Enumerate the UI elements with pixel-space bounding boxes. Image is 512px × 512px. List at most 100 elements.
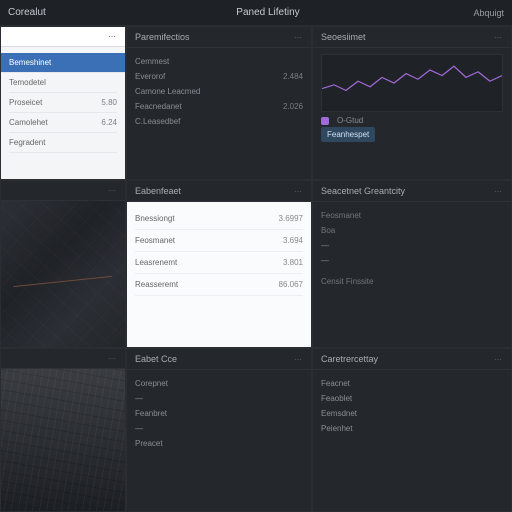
chart-action-button[interactable]: Feanhespet	[321, 127, 375, 142]
item-label: C.Leasedbef	[135, 117, 180, 126]
panel-list-b: Eabet Cce ⋯ Corepnet — Feanbret — Preacet	[126, 348, 312, 512]
line-chart	[321, 54, 503, 112]
panel-title: Eabet Cce	[135, 354, 177, 364]
panel-params: Paremifectios ⋯ Cemmest Everorof 2.484 Camon…	[126, 26, 312, 180]
list-item[interactable]: Preacet	[135, 436, 303, 451]
item-label: Leasrenemt	[135, 258, 177, 267]
item-label: Fegradent	[9, 138, 45, 147]
list-item[interactable]: Everorof 2.484	[135, 69, 303, 84]
panel-head: Eabet Cce ⋯	[127, 349, 311, 370]
panel-head: Seacetnet Greantcity ⋯	[313, 181, 511, 202]
item-value: 3.801	[283, 258, 303, 267]
more-icon[interactable]: ⋯	[294, 355, 303, 364]
panel-head: ⋯	[1, 27, 125, 47]
list-item[interactable]: Fegradent	[9, 133, 117, 153]
list-item[interactable]: Camone Leacmed	[135, 84, 303, 99]
more-icon[interactable]: ⋯	[294, 187, 303, 196]
item-label: Feaoblet	[321, 394, 352, 403]
item-label: Feosmanet	[135, 236, 175, 245]
list-item[interactable]: Leasrenemt 3.801	[135, 252, 303, 274]
panel-footer: Censit Finssite	[321, 274, 503, 289]
more-icon[interactable]: ⋯	[494, 355, 503, 364]
list-item[interactable]: Temodetel	[9, 73, 117, 93]
list-item[interactable]: Bnessiongt 3.6997	[135, 208, 303, 230]
dashboard-grid: ⋯ BemeshinetTemodetelProseicet5.80Camole…	[0, 26, 512, 512]
panel-head: ⋯	[1, 181, 125, 201]
list-item[interactable]: Corepnet	[135, 376, 303, 391]
item-value: 2.484	[283, 72, 303, 81]
item-label: —	[321, 241, 329, 250]
map-view[interactable]	[1, 201, 125, 347]
item-label: Everorof	[135, 72, 165, 81]
more-icon[interactable]: ⋯	[494, 33, 503, 42]
item-label: Preacet	[135, 439, 163, 448]
item-label: Peienhet	[321, 424, 353, 433]
item-label: Camolehet	[9, 118, 48, 127]
item-label: —	[321, 256, 329, 265]
item-label: —	[135, 424, 143, 433]
list-item[interactable]: Eemsdnet	[321, 406, 503, 421]
panel-head: ⋯	[1, 349, 125, 369]
list-item[interactable]: —	[321, 253, 503, 268]
list-item[interactable]: Feaoblet	[321, 391, 503, 406]
list-item[interactable]: Feacnedanet 2.026	[135, 99, 303, 114]
panel-head: Seoesiimet ⋯	[313, 27, 511, 48]
header-right[interactable]: Abquigt	[408, 8, 504, 18]
page-title: Paned Lifetiny	[128, 7, 408, 18]
list-item[interactable]: Reasseremt86.067	[135, 274, 303, 296]
panel-head: Caretrercettay ⋯	[313, 349, 511, 370]
item-value: 5.80	[101, 98, 117, 107]
item-label: Camone Leacmed	[135, 87, 200, 96]
list-item[interactable]: Feanbret	[135, 406, 303, 421]
list-item[interactable]: Feacnet	[321, 376, 503, 391]
list-item[interactable]: Proseicet5.80	[9, 93, 117, 113]
panel-title: Paremifectios	[135, 32, 190, 42]
panel-detail: Seacetnet Greantcity⋯ Feosmanet Boa —— C…	[312, 180, 512, 348]
list-item[interactable]: Peienhet	[321, 421, 503, 436]
subhead: Feosmanet	[321, 208, 503, 223]
panel-map: ⋯	[0, 180, 126, 348]
list-item[interactable]: C.Leasedbef	[135, 114, 303, 129]
panel-chart: Seoesiimet ⋯ O-Gtud Feanhespet	[312, 26, 512, 180]
legend-swatch	[321, 117, 329, 125]
topbar: Corealut Paned Lifetiny Abquigt	[0, 0, 512, 26]
item-label: Cemmest	[135, 57, 169, 66]
panel-list-c: Caretrercettay ⋯ Feacnet Feaoblet Eemsdnet P…	[312, 348, 512, 512]
more-icon[interactable]: ⋯	[108, 32, 117, 41]
item-value: 6.24	[101, 118, 117, 127]
item-value: 3.6997	[279, 214, 303, 223]
item-label: Temodetel	[9, 78, 46, 87]
list-item[interactable]: Bemeshinet	[1, 53, 125, 73]
list-item[interactable]: —	[135, 391, 303, 406]
item-label: Eemsdnet	[321, 409, 357, 418]
panel-title: Seoesiimet	[321, 32, 366, 42]
aerial-image	[1, 369, 125, 511]
panel-image: ⋯	[0, 348, 126, 512]
more-icon[interactable]: ⋯	[108, 354, 117, 363]
list-item[interactable]: —	[321, 238, 503, 253]
item-label: Reasseremt	[135, 280, 178, 289]
item-value: 3.694	[283, 236, 303, 245]
list-item[interactable]: Cemmest	[135, 54, 303, 69]
item-label: Bemeshinet	[9, 58, 51, 67]
panel-title: Seacetnet Greantcity	[321, 186, 405, 196]
panel-head: Eabenfeaet⋯	[127, 181, 311, 202]
chart-legend: O-Gtud	[321, 116, 503, 125]
item-label: Bnessiongt	[135, 214, 175, 223]
item-label: Corepnet	[135, 379, 168, 388]
list-item[interactable]: —	[135, 421, 303, 436]
item-label: Feacnedanet	[135, 102, 182, 111]
app-title: Corealut	[8, 7, 128, 18]
more-icon[interactable]: ⋯	[494, 187, 503, 196]
panel-stats-card: Eabenfeaet⋯ Bnessiongt 3.6997 Feosmanet 3.6…	[126, 180, 312, 348]
panel-nav-list: ⋯ BemeshinetTemodetelProseicet5.80Camole…	[0, 26, 126, 180]
more-icon[interactable]: ⋯	[294, 33, 303, 42]
panel-title: Caretrercettay	[321, 354, 378, 364]
panel-head: Paremifectios ⋯	[127, 27, 311, 48]
item-label: Feanbret	[135, 409, 167, 418]
more-icon[interactable]: ⋯	[108, 186, 117, 195]
item-label: Feacnet	[321, 379, 350, 388]
list-item[interactable]: Feosmanet 3.694	[135, 230, 303, 252]
list-item[interactable]: Camolehet 6.24	[9, 113, 117, 133]
item-value: 2.026	[283, 102, 303, 111]
